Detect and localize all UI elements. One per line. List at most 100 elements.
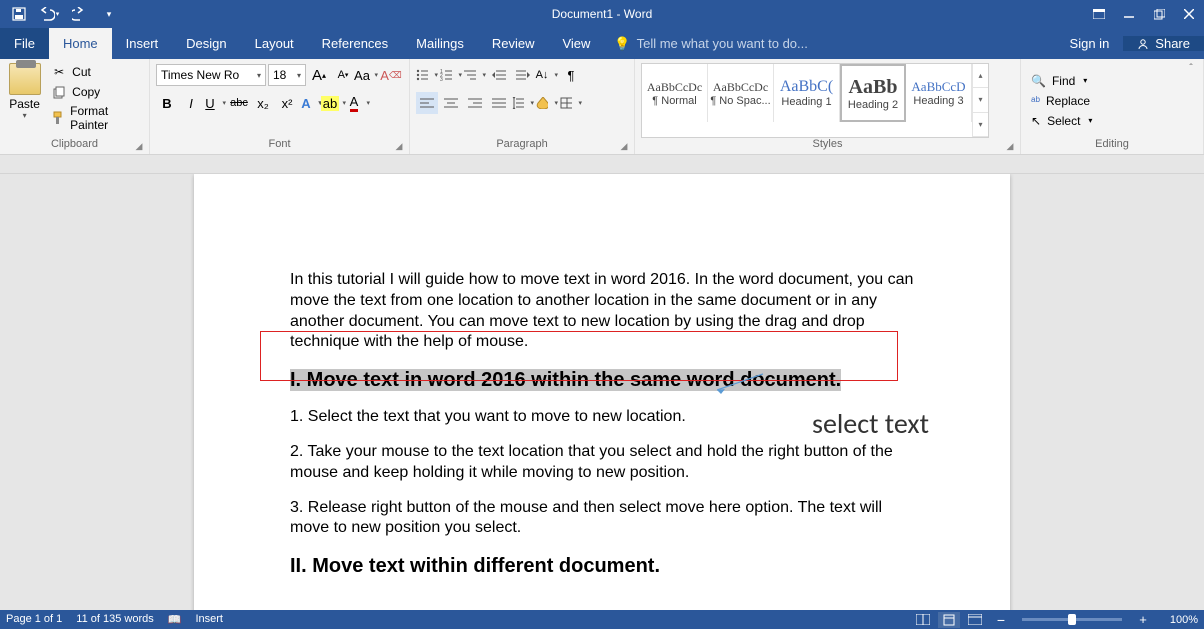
paragraph[interactable]: In this tutorial I will guide how to mov… bbox=[290, 270, 914, 353]
style-no-spacing[interactable]: AaBbCcDc¶ No Spac... bbox=[708, 64, 774, 122]
style-scroll-up[interactable]: ▴ bbox=[973, 64, 988, 88]
change-case-button[interactable]: Aa bbox=[356, 64, 378, 86]
group-label: Editing bbox=[1027, 138, 1197, 152]
zoom-in-button[interactable]: + bbox=[1132, 612, 1154, 628]
status-proofing[interactable]: 📖 bbox=[168, 613, 182, 626]
style-expand[interactable]: ▾ bbox=[973, 113, 988, 137]
read-mode-button[interactable] bbox=[912, 612, 934, 628]
undo-button[interactable]: ▾ bbox=[36, 2, 62, 26]
quick-access-toolbar: ▾ ▾ bbox=[0, 2, 122, 26]
font-size-value: 18 bbox=[273, 68, 286, 82]
tab-design[interactable]: Design bbox=[172, 28, 240, 59]
cut-button[interactable]: ✂Cut bbox=[47, 63, 143, 81]
subscript-button[interactable]: x₂ bbox=[252, 92, 274, 114]
paragraph[interactable]: 3. Release right button of the mouse and… bbox=[290, 498, 914, 540]
tell-me-search[interactable]: 💡 Tell me what you want to do... bbox=[614, 28, 807, 59]
style-scroll-down[interactable]: ▾ bbox=[973, 88, 988, 112]
status-bar: Page 1 of 1 11 of 135 words 📖 Insert − +… bbox=[0, 610, 1204, 629]
font-launcher[interactable]: ◢ bbox=[393, 140, 405, 152]
print-layout-button[interactable] bbox=[938, 612, 960, 628]
tab-review[interactable]: Review bbox=[478, 28, 549, 59]
group-editing: 🔍Find▾ ᵃᵇReplace ↖Select▾ Editing bbox=[1021, 59, 1204, 154]
heading[interactable]: II. Move text within different document. bbox=[290, 553, 914, 579]
paragraph[interactable]: 2. Take your mouse to the text location … bbox=[290, 442, 914, 484]
horizontal-ruler[interactable] bbox=[0, 155, 1204, 174]
shrink-font-button[interactable]: A▾ bbox=[332, 64, 354, 86]
bullets-button[interactable] bbox=[416, 64, 438, 86]
tab-mailings[interactable]: Mailings bbox=[402, 28, 478, 59]
zoom-slider[interactable] bbox=[1022, 618, 1122, 621]
save-button[interactable] bbox=[6, 2, 32, 26]
tab-layout[interactable]: Layout bbox=[241, 28, 308, 59]
highlight-button[interactable]: ab bbox=[324, 92, 346, 114]
tab-insert[interactable]: Insert bbox=[112, 28, 173, 59]
style-heading-3[interactable]: AaBbCcDHeading 3 bbox=[906, 64, 972, 122]
superscript-button[interactable]: x² bbox=[276, 92, 298, 114]
grow-font-button[interactable]: A▴ bbox=[308, 64, 330, 86]
align-center-button[interactable] bbox=[440, 92, 462, 114]
font-color-button[interactable]: A bbox=[348, 92, 370, 114]
ribbon-display-options-button[interactable] bbox=[1084, 2, 1114, 26]
collapse-ribbon-button[interactable]: ˆ bbox=[1182, 60, 1200, 76]
clear-formatting-button[interactable]: A⌫ bbox=[380, 64, 402, 86]
decrease-indent-button[interactable] bbox=[488, 64, 510, 86]
multilevel-list-button[interactable] bbox=[464, 64, 486, 86]
show-marks-button[interactable]: ¶ bbox=[560, 64, 582, 86]
page[interactable]: In this tutorial I will guide how to mov… bbox=[194, 174, 1010, 610]
close-button[interactable] bbox=[1174, 2, 1204, 26]
tab-file[interactable]: File bbox=[0, 28, 49, 59]
qat-customize-button[interactable]: ▾ bbox=[96, 2, 122, 26]
status-word-count[interactable]: 11 of 135 words bbox=[76, 613, 153, 626]
minimize-button[interactable] bbox=[1114, 2, 1144, 26]
zoom-out-button[interactable]: − bbox=[990, 612, 1012, 628]
format-painter-button[interactable]: Format Painter bbox=[47, 103, 143, 133]
document-area[interactable]: In this tutorial I will guide how to mov… bbox=[0, 174, 1204, 610]
sign-in-button[interactable]: Sign in bbox=[1056, 36, 1124, 51]
format-painter-label: Format Painter bbox=[70, 104, 139, 132]
styles-launcher[interactable]: ◢ bbox=[1004, 140, 1016, 152]
align-right-button[interactable] bbox=[464, 92, 486, 114]
group-label: Styles bbox=[641, 138, 1014, 152]
style-heading-2[interactable]: AaBbHeading 2 bbox=[840, 64, 906, 122]
strikethrough-button[interactable]: abc bbox=[228, 92, 250, 114]
redo-button[interactable] bbox=[66, 2, 92, 26]
zoom-percent[interactable]: 100% bbox=[1158, 614, 1198, 626]
bold-button[interactable]: B bbox=[156, 92, 178, 114]
restore-button[interactable] bbox=[1144, 2, 1174, 26]
italic-button[interactable]: I bbox=[180, 92, 202, 114]
sort-button[interactable]: A↓ bbox=[536, 64, 558, 86]
lightbulb-icon: 💡 bbox=[614, 36, 630, 52]
paste-button[interactable]: Paste ▾ bbox=[6, 63, 43, 120]
align-left-button[interactable] bbox=[416, 92, 438, 114]
paragraph-launcher[interactable]: ◢ bbox=[618, 140, 630, 152]
underline-button[interactable]: U bbox=[204, 92, 226, 114]
web-layout-button[interactable] bbox=[964, 612, 986, 628]
style-normal[interactable]: AaBbCcDc¶ Normal bbox=[642, 64, 708, 122]
tab-home[interactable]: Home bbox=[49, 28, 112, 59]
tab-view[interactable]: View bbox=[548, 28, 604, 59]
borders-button[interactable] bbox=[560, 92, 582, 114]
style-heading-1[interactable]: AaBbC(Heading 1 bbox=[774, 64, 840, 122]
cursor-icon: ↖ bbox=[1031, 114, 1041, 128]
find-button[interactable]: 🔍Find▾ bbox=[1027, 72, 1197, 90]
line-spacing-button[interactable] bbox=[512, 92, 534, 114]
select-button[interactable]: ↖Select▾ bbox=[1027, 112, 1197, 130]
font-size-combo[interactable]: 18▾ bbox=[268, 64, 306, 86]
clipboard-launcher[interactable]: ◢ bbox=[133, 140, 145, 152]
status-page[interactable]: Page 1 of 1 bbox=[6, 613, 62, 626]
text-effects-button[interactable]: A bbox=[300, 92, 322, 114]
status-mode[interactable]: Insert bbox=[195, 613, 223, 626]
share-button[interactable]: Share bbox=[1123, 36, 1204, 51]
heading[interactable]: I. Move text in word 2016 within the sam… bbox=[290, 367, 914, 393]
increase-indent-button[interactable] bbox=[512, 64, 534, 86]
tab-references[interactable]: References bbox=[308, 28, 402, 59]
shading-button[interactable] bbox=[536, 92, 558, 114]
font-name-combo[interactable]: Times New Ro▾ bbox=[156, 64, 266, 86]
annotation-arrow bbox=[717, 372, 763, 402]
replace-label: Replace bbox=[1046, 94, 1090, 108]
ribbon-tabs: File Home Insert Design Layout Reference… bbox=[0, 28, 1204, 59]
copy-button[interactable]: Copy bbox=[47, 83, 143, 101]
justify-button[interactable] bbox=[488, 92, 510, 114]
numbering-button[interactable]: 123 bbox=[440, 64, 462, 86]
replace-button[interactable]: ᵃᵇReplace bbox=[1027, 92, 1197, 110]
